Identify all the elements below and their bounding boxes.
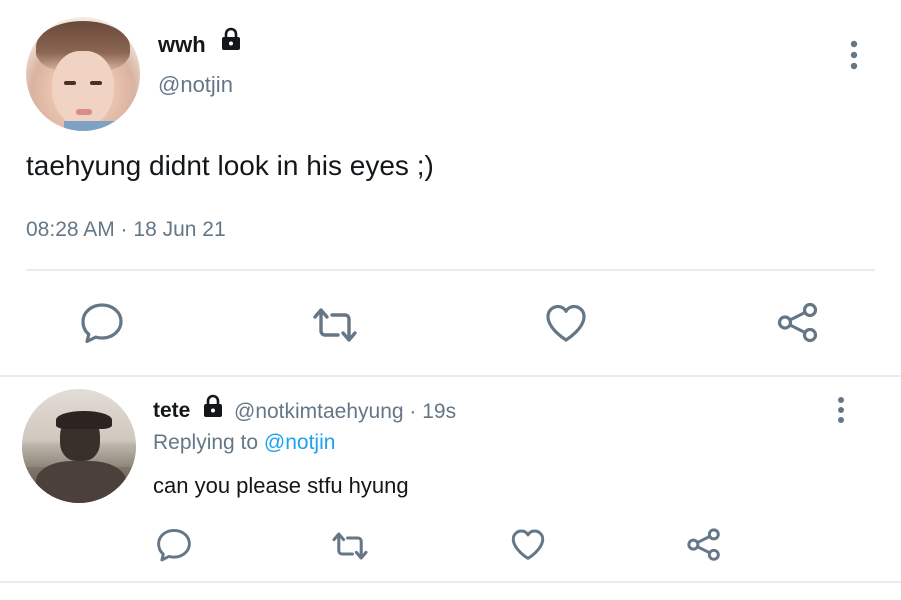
avatar-face — [52, 51, 114, 127]
divider — [26, 269, 875, 271]
handle-main[interactable]: @notjin — [158, 72, 233, 98]
heart-icon[interactable] — [544, 303, 588, 343]
avatar-main[interactable] — [26, 17, 140, 131]
avatar-eye-right — [90, 81, 102, 85]
replying-to-label: Replying to — [153, 431, 264, 454]
display-name-main[interactable]: wwh — [158, 32, 206, 58]
lock-icon — [222, 27, 240, 50]
display-name-reply[interactable]: tete — [153, 399, 190, 423]
avatar-eye-left — [64, 81, 76, 85]
tweet-timestamp[interactable]: 08:28 AM · 18 Jun 21 — [26, 218, 226, 242]
divider — [0, 375, 901, 377]
mention-link[interactable]: @notjin — [264, 431, 336, 454]
handle-reply[interactable]: @notkimtaehyung · 19s — [234, 400, 456, 424]
share-icon[interactable] — [776, 301, 820, 345]
avatar-body — [36, 461, 126, 503]
lock-icon — [204, 394, 222, 417]
more-vertical-icon[interactable] — [833, 396, 849, 426]
heart-icon[interactable] — [510, 528, 546, 561]
more-vertical-icon[interactable] — [846, 40, 862, 72]
reply-text: can you please stfu hyung — [153, 473, 409, 498]
avatar-lips — [76, 109, 92, 115]
share-icon[interactable] — [686, 527, 722, 563]
reply-icon[interactable] — [80, 302, 124, 344]
divider — [0, 581, 901, 583]
avatar-cap — [56, 411, 112, 429]
reply-icon[interactable] — [156, 528, 192, 562]
retweet-icon[interactable] — [330, 530, 370, 562]
avatar-shirt — [64, 121, 134, 131]
avatar-reply[interactable] — [22, 389, 136, 503]
tweet-text: taehyung didnt look in his eyes ;) — [26, 150, 434, 181]
replying-to: Replying to @notjin — [153, 431, 335, 455]
retweet-icon[interactable] — [310, 305, 360, 345]
